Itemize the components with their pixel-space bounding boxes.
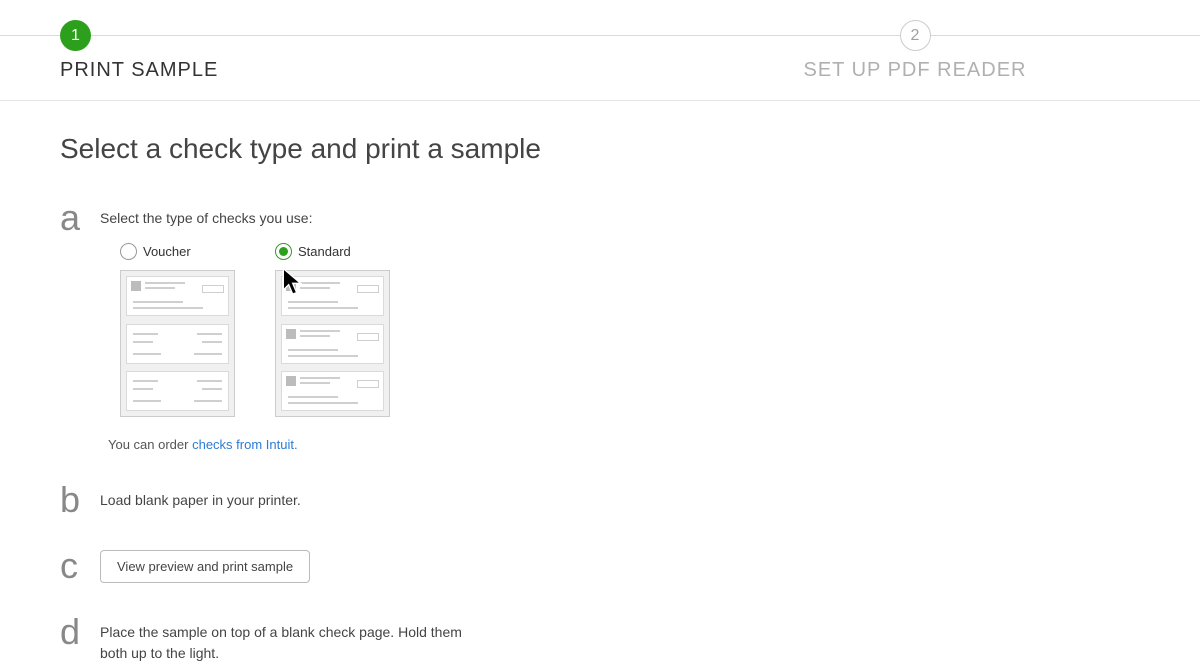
step-letter: a — [60, 200, 100, 236]
radio-option-standard: Standard — [275, 243, 390, 417]
step-b-text: Load blank paper in your printer. — [100, 490, 1140, 511]
radio-option-voucher: Voucher — [120, 243, 235, 417]
stepper-item-print-sample[interactable]: 1 PRINT SAMPLE — [0, 20, 630, 82]
standard-radio[interactable]: Standard — [275, 243, 390, 260]
step-c: c View preview and print sample — [60, 548, 1140, 584]
order-checks-text: You can order checks from Intuit. — [108, 437, 1140, 452]
step-b-body: Load blank paper in your printer. — [100, 482, 1140, 511]
radio-label: Voucher — [143, 244, 191, 259]
step-b: b Load blank paper in your printer. — [60, 482, 1140, 518]
step-a-prompt: Select the type of checks you use: — [100, 208, 1140, 229]
radio-label: Standard — [298, 244, 351, 259]
step-a-body: Select the type of checks you use: Vouch… — [100, 200, 1140, 452]
step-d-body: Place the sample on top of a blank check… — [100, 614, 1140, 664]
stepper-item-pdf-reader[interactable]: 2 SET UP PDF READER — [630, 20, 1200, 82]
voucher-radio[interactable]: Voucher — [120, 243, 235, 260]
stepper-step-number: 2 — [900, 20, 931, 51]
standard-preview[interactable] — [275, 270, 390, 417]
order-prefix: You can order — [108, 437, 192, 452]
step-letter: b — [60, 482, 100, 518]
check-type-radio-group: Voucher — [100, 243, 1140, 417]
page-title: Select a check type and print a sample — [60, 133, 1140, 165]
stepper-step-label: SET UP PDF READER — [804, 59, 1027, 82]
stepper-step-label: PRINT SAMPLE — [60, 59, 218, 82]
radio-icon — [275, 243, 292, 260]
step-d-text: Place the sample on top of a blank check… — [100, 622, 480, 664]
order-checks-link[interactable]: checks from Intuit. — [192, 437, 297, 452]
wizard-stepper: 1 PRINT SAMPLE 2 SET UP PDF READER — [0, 0, 1200, 82]
voucher-preview[interactable] — [120, 270, 235, 417]
main-content: Select a check type and print a sample a… — [0, 100, 1200, 664]
stepper-step-number: 1 — [60, 20, 91, 51]
step-a: a Select the type of checks you use: Vou… — [60, 200, 1140, 452]
step-letter: c — [60, 548, 100, 584]
step-d: d Place the sample on top of a blank che… — [60, 614, 1140, 664]
radio-icon — [120, 243, 137, 260]
step-letter: d — [60, 614, 100, 650]
step-c-body: View preview and print sample — [100, 548, 1140, 583]
view-preview-button[interactable]: View preview and print sample — [100, 550, 310, 583]
